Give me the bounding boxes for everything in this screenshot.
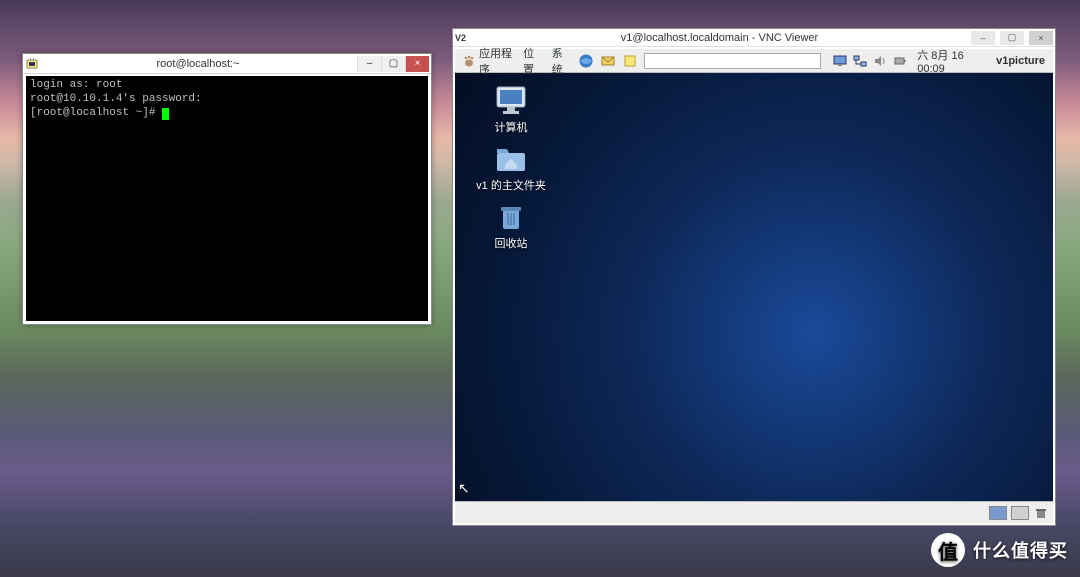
terminal[interactable]: login as: root root@10.10.1.4's password… bbox=[26, 76, 428, 321]
network-tray-icon[interactable] bbox=[853, 53, 867, 69]
remote-desktop[interactable]: 应用程序 位置 系统 bbox=[455, 49, 1053, 523]
cursor-block bbox=[162, 108, 169, 120]
watermark: 值 什么值得买 bbox=[931, 533, 1068, 567]
desktop-icon-trash[interactable]: 回收站 bbox=[475, 201, 547, 251]
menu-system-label: 系统 bbox=[552, 45, 571, 77]
notes-launcher[interactable] bbox=[622, 52, 638, 70]
workspace-2[interactable] bbox=[1011, 506, 1029, 520]
putty-window: root@localhost:~ – ▢ × login as: root ro… bbox=[22, 53, 432, 325]
vnc-title: v1@localhost.localdomain - VNC Viewer bbox=[473, 32, 966, 44]
url-field[interactable] bbox=[644, 53, 821, 69]
putty-titlebar[interactable]: root@localhost:~ – ▢ × bbox=[23, 54, 431, 74]
desktop-icon-home[interactable]: v1 的主文件夹 bbox=[475, 143, 547, 193]
mouse-cursor-icon: ↖ bbox=[458, 480, 470, 497]
user-menu[interactable]: v1picture bbox=[992, 55, 1049, 67]
clock[interactable]: 六 8月 16 00:09 bbox=[913, 47, 986, 75]
vnc-window: V2 v1@localhost.localdomain - VNC Viewer… bbox=[452, 28, 1056, 526]
panel-trash-icon[interactable] bbox=[1033, 505, 1049, 521]
terminal-line: [root@localhost ~]# bbox=[30, 107, 162, 119]
desktop-icon-label: v1 的主文件夹 bbox=[475, 177, 547, 193]
watermark-text: 什么值得买 bbox=[973, 537, 1068, 563]
foot-icon bbox=[461, 53, 477, 69]
maximize-button[interactable]: ▢ bbox=[381, 56, 405, 72]
vnc-app-icon: V2 bbox=[455, 33, 469, 43]
terminal-line: login as: root bbox=[30, 79, 122, 91]
desktop-icon-label: 回收站 bbox=[475, 235, 547, 251]
menu-places-label: 位置 bbox=[523, 45, 542, 77]
workspace-1[interactable] bbox=[989, 506, 1007, 520]
close-button[interactable]: × bbox=[405, 56, 429, 72]
gnome-bottom-panel bbox=[455, 501, 1053, 523]
gnome-top-panel: 应用程序 位置 系统 bbox=[455, 49, 1053, 73]
battery-tray-icon[interactable] bbox=[893, 53, 907, 69]
browser-launcher[interactable] bbox=[578, 52, 594, 70]
watermark-badge: 值 bbox=[931, 533, 965, 567]
putty-title: root@localhost:~ bbox=[43, 58, 353, 70]
computer-icon bbox=[493, 85, 529, 117]
display-tray-icon[interactable] bbox=[833, 53, 847, 69]
menu-system[interactable]: 系统 bbox=[550, 45, 573, 77]
menu-places[interactable]: 位置 bbox=[521, 45, 544, 77]
desktop-icon-computer[interactable]: 计算机 bbox=[475, 85, 547, 135]
desktop-icon-label: 计算机 bbox=[475, 119, 547, 135]
menu-applications[interactable]: 应用程序 bbox=[459, 45, 515, 77]
close-button[interactable]: × bbox=[1029, 31, 1053, 45]
email-launcher[interactable] bbox=[600, 52, 616, 70]
minimize-button[interactable]: – bbox=[971, 31, 995, 45]
minimize-button[interactable]: – bbox=[357, 56, 381, 72]
putty-icon bbox=[25, 57, 39, 71]
maximize-button[interactable]: ▢ bbox=[1000, 31, 1024, 45]
trash-icon bbox=[493, 201, 529, 233]
folder-home-icon bbox=[493, 143, 529, 175]
terminal-line: root@10.10.1.4's password: bbox=[30, 93, 202, 105]
menu-applications-label: 应用程序 bbox=[479, 45, 513, 77]
volume-tray-icon[interactable] bbox=[873, 53, 887, 69]
